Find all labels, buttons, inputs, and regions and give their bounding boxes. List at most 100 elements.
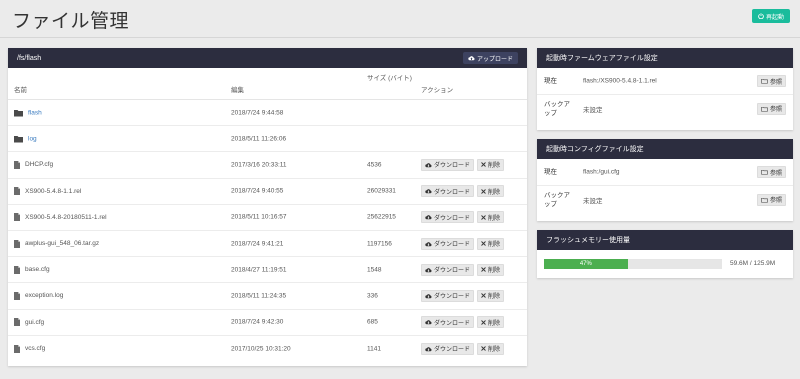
folder-open-icon [761,197,768,203]
file-date: 2018/7/24 9:44:58 [231,109,284,117]
restart-button[interactable]: 再起動 [752,9,790,23]
delete-button[interactable]: 削除 [477,289,505,302]
download-button[interactable]: ダウンロード [421,342,475,355]
close-icon [481,267,486,273]
delete-label: 削除 [488,347,501,354]
firmware-panel-title: 起動時ファームウェアファイル設定 [537,48,793,68]
file-size: 25622915 [367,213,396,221]
download-button[interactable]: ダウンロード [421,185,475,198]
file-name-cell: gui.cfg [14,318,45,327]
column-edited: 編集 [231,87,244,94]
power-icon [758,13,764,19]
delete-label: 削除 [488,242,501,249]
config-backup-browse-button[interactable]: 参照 [756,193,786,206]
file-name: exception.log [25,292,64,300]
file-icon [14,187,20,196]
download-button[interactable]: ダウンロード [421,263,475,276]
delete-label: 削除 [488,268,501,275]
file-icon [14,318,20,327]
config-current-value: flash:/gui.cfg [583,168,620,176]
delete-button[interactable]: 削除 [477,158,505,171]
delete-button[interactable]: 削除 [477,237,505,250]
delete-button[interactable]: 削除 [477,211,505,224]
file-date: 2018/7/24 9:41:21 [231,240,284,248]
close-icon [481,215,486,220]
firmware-current-label: 現在 [544,77,557,85]
file-size: 336 [367,292,378,300]
file-name[interactable]: log [28,135,37,142]
file-name: base.cfg [25,266,50,274]
download-label: ダウンロード [434,294,471,301]
config-current-row: 現在 flash:/gui.cfg 参照 [537,159,793,186]
column-actions: アクション [421,87,454,94]
delete-button[interactable]: 削除 [477,185,505,198]
file-date: 2018/4/27 11:19:51 [231,266,287,274]
memory-body: 47% 59.6M / 125.9M [537,250,793,278]
config-current-label: 現在 [544,168,557,176]
config-current-browse-button[interactable]: 参照 [756,166,786,178]
file-name-cell[interactable]: flash [14,109,42,117]
file-name-cell: XS900-5.4.8-1.1.rel [14,187,82,196]
file-name: awplus-gui_548_06.tar.gz [25,240,100,248]
file-name: XS900-5.4.8-20180511-1.rel [25,213,107,221]
delete-button[interactable]: 削除 [477,316,505,329]
top-bar: ファイル管理 再起動 [0,0,800,38]
file-name-cell: base.cfg [14,265,50,274]
cloud-download-icon [425,346,432,352]
upload-label: アップロード [476,56,513,63]
flash-memory-panel: フラッシュメモリー使用量 47% 59.6M / 125.9M [537,230,793,278]
memory-panel-title: フラッシュメモリー使用量 [537,230,793,250]
download-label: ダウンロード [434,347,471,354]
firmware-backup-label: バックアップ [544,100,570,117]
file-icon [14,265,20,274]
delete-button[interactable]: 削除 [477,342,505,355]
folder-open-icon [761,106,768,112]
file-size: 1197156 [367,240,392,248]
config-backup-value: 未設定 [583,197,603,205]
cloud-download-icon [425,241,432,247]
upload-button[interactable]: アップロード [462,52,518,64]
delete-button[interactable]: 削除 [477,263,505,276]
file-actions: ダウンロード 削除 [421,316,505,329]
file-name-cell[interactable]: log [14,135,37,143]
folder-open-icon [761,78,768,84]
file-date: 2018/7/24 9:40:55 [231,187,284,195]
download-button[interactable]: ダウンロード [421,289,475,302]
config-panel: 起動時コンフィグファイル設定 現在 flash:/gui.cfg 参照 バックア… [537,139,793,221]
config-panel-title: 起動時コンフィグファイル設定 [537,139,793,159]
download-button[interactable]: ダウンロード [421,316,475,329]
file-date: 2018/5/11 11:26:06 [231,135,287,143]
firmware-backup-browse-button[interactable]: 参照 [756,102,786,115]
close-icon [481,346,486,352]
file-name: gui.cfg [25,318,45,326]
column-size: サイズ (バイト) [367,75,412,82]
file-date: 2018/5/11 10:16:57 [231,213,287,221]
restart-label: 再起動 [765,14,784,21]
config-backup-label: バックアップ [544,191,570,208]
folder-icon [14,135,23,143]
browse-label: 参照 [769,170,782,177]
cloud-download-icon [425,188,432,194]
download-button[interactable]: ダウンロード [421,211,475,224]
close-icon [481,293,486,299]
file-actions: ダウンロード 削除 [421,158,505,171]
file-date: 2018/7/24 9:42:30 [231,318,284,326]
file-name-cell: vcs.cfg [14,344,45,353]
download-label: ダウンロード [434,320,471,327]
file-icon [14,213,20,222]
file-date: 2017/3/16 20:33:11 [231,161,287,169]
table-row: vcs.cfg 2017/10/25 10:31:20 1141 ダウンロード 削除 [8,336,527,362]
firmware-current-browse-button[interactable]: 参照 [756,75,786,87]
file-name: XS900-5.4.8-1.1.rel [25,187,82,195]
file-name: DHCP.cfg [25,161,54,169]
download-button[interactable]: ダウンロード [421,158,475,171]
memory-usage-text: 59.6M / 125.9M [730,260,776,267]
file-actions: ダウンロード 削除 [421,237,505,250]
file-actions: ダウンロード 削除 [421,263,505,276]
download-label: ダウンロード [434,242,471,249]
file-name[interactable]: flash [28,109,42,116]
table-row: exception.log 2018/5/11 11:24:35 336 ダウンロード… [8,283,527,310]
file-size: 4536 [367,161,382,169]
cloud-download-icon [425,293,432,299]
download-button[interactable]: ダウンロード [421,237,475,250]
